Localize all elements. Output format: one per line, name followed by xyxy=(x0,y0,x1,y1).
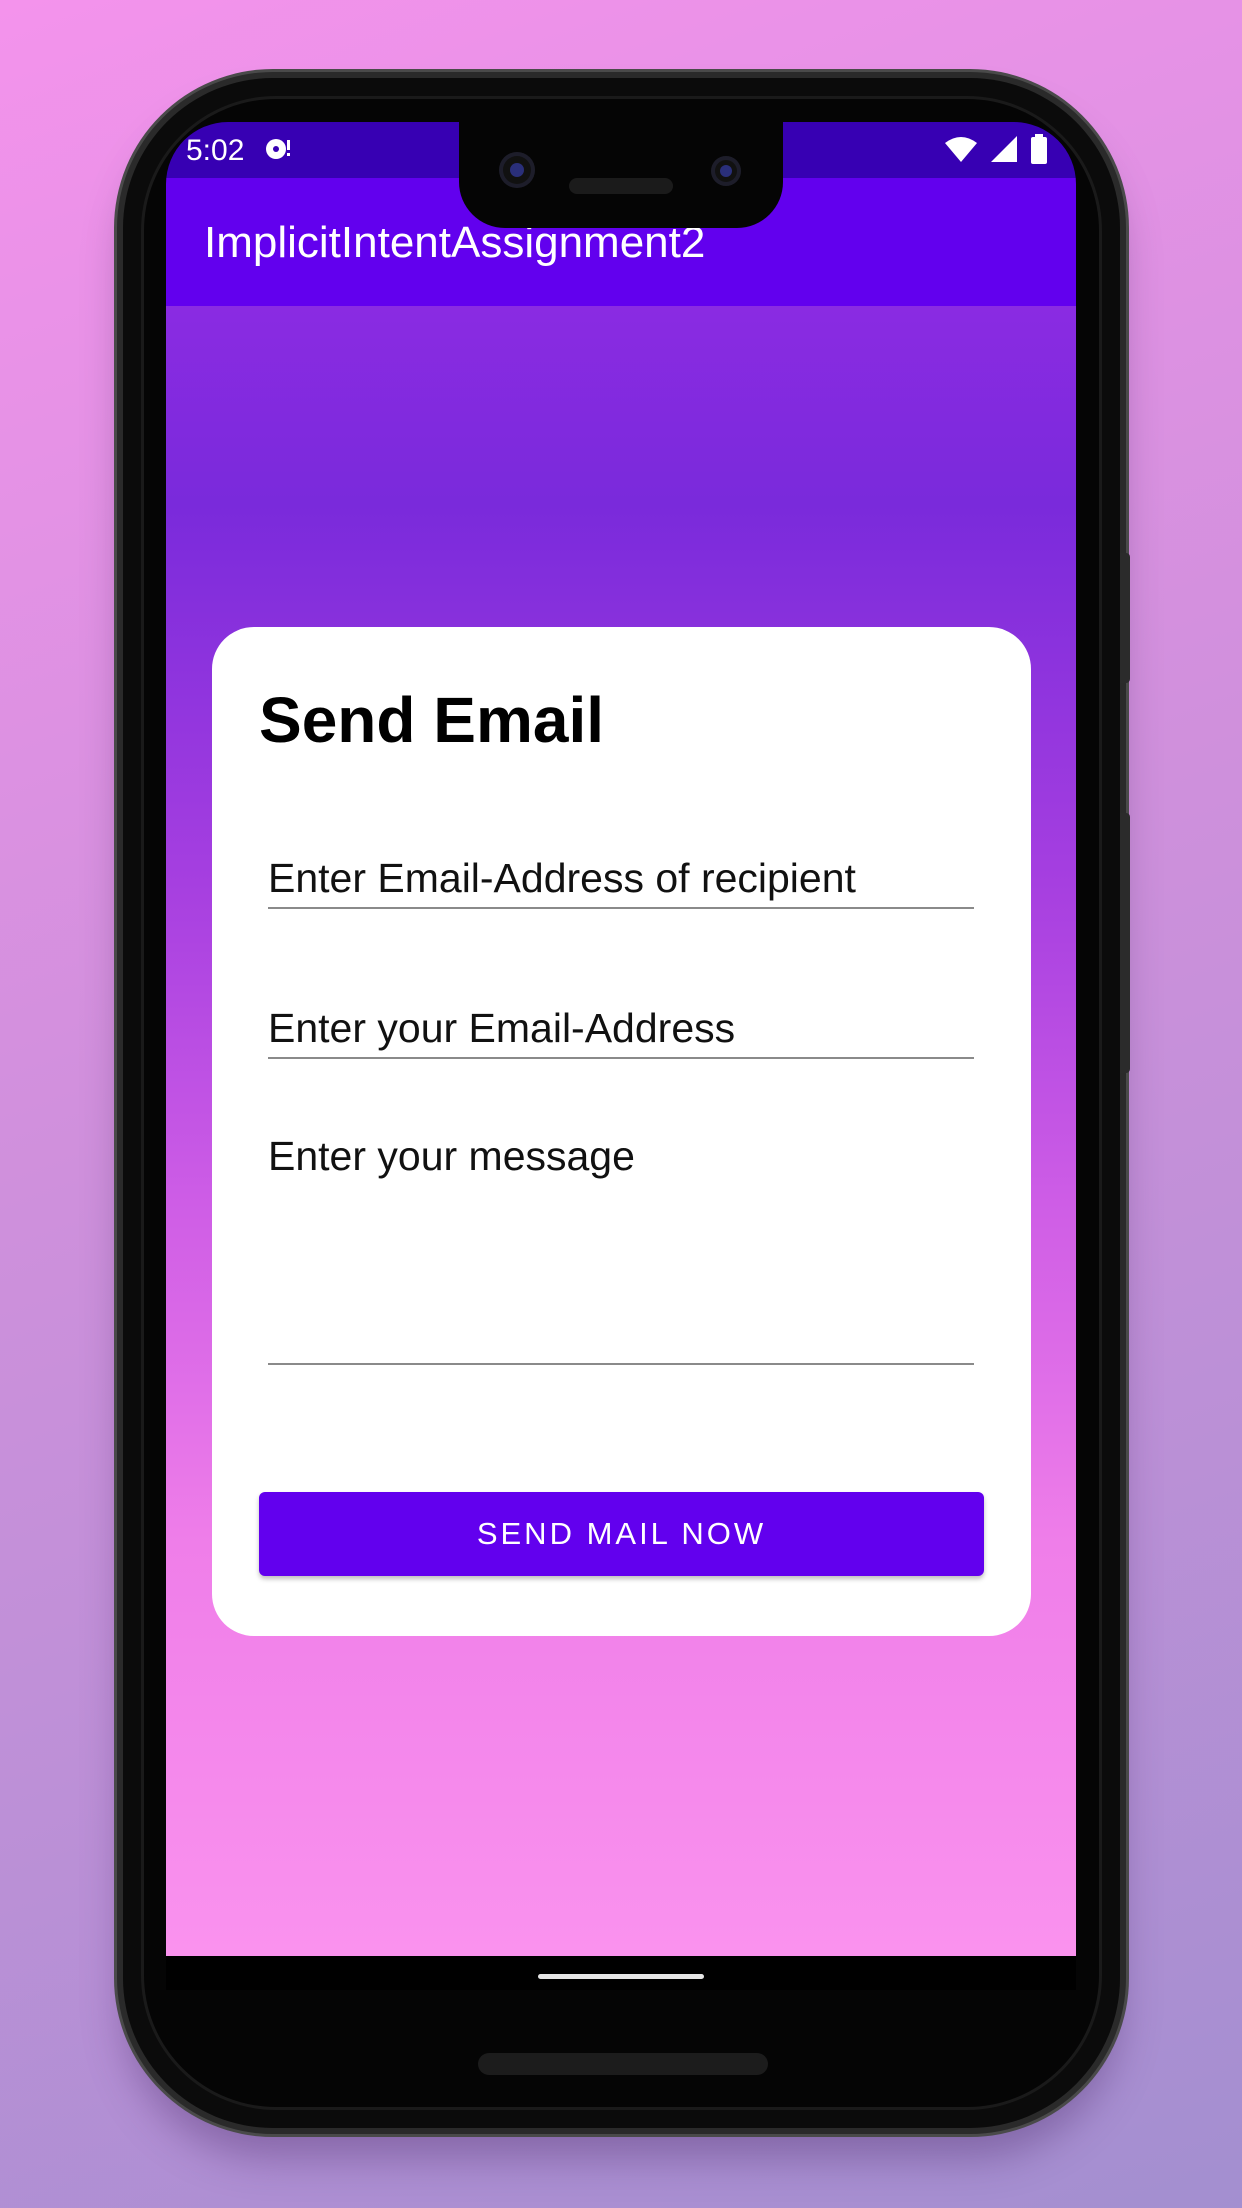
card-title: Send Email xyxy=(259,684,604,756)
power-button xyxy=(1120,553,1130,683)
message-field[interactable]: Enter your message xyxy=(268,1133,974,1365)
sender-email-field[interactable]: Enter your Email-Address xyxy=(268,1005,974,1059)
front-sensor-icon xyxy=(711,156,741,186)
download-notification-icon xyxy=(263,136,293,171)
wifi-icon xyxy=(944,135,978,168)
recipient-email-field[interactable]: Enter Email-Address of recipient xyxy=(268,855,974,909)
volume-button xyxy=(1120,813,1130,1073)
camera-notch xyxy=(459,110,783,228)
navigation-bar xyxy=(166,1956,1076,1990)
email-form-card: Send Email Enter Email-Address of recipi… xyxy=(212,627,1031,1636)
front-camera-icon xyxy=(499,152,535,188)
earpiece-speaker xyxy=(569,178,673,194)
bottom-speaker xyxy=(478,2053,768,2075)
status-time: 5:02 xyxy=(186,134,245,167)
signal-icon xyxy=(990,135,1018,168)
home-gesture-handle[interactable] xyxy=(538,1974,704,1979)
send-mail-button[interactable]: SEND MAIL NOW xyxy=(259,1492,984,1576)
battery-icon xyxy=(1030,134,1048,169)
